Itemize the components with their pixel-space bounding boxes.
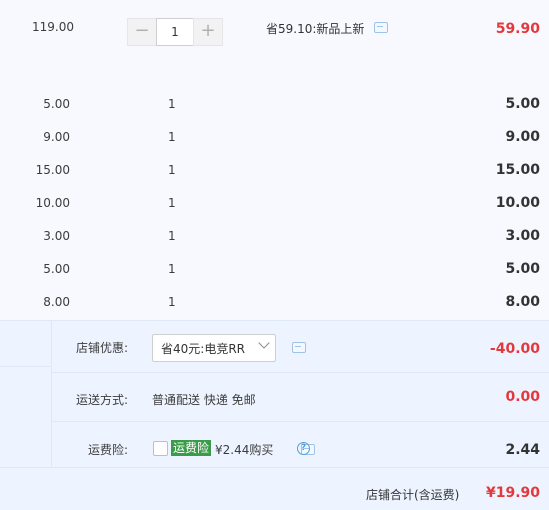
divider <box>51 367 52 467</box>
item-subtotal: 9.00 <box>505 129 540 145</box>
item-subtotal: 59.90 <box>495 21 540 37</box>
item-price: 5.00 <box>43 262 70 276</box>
shipping-label: 运送方式: <box>76 393 129 407</box>
insurance-checkbox[interactable] <box>153 441 168 456</box>
divider <box>52 372 549 373</box>
divider <box>0 366 51 367</box>
item-price: 3.00 <box>43 229 70 243</box>
divider <box>0 467 549 468</box>
promo-label: 省59.10:新品上新 <box>266 22 365 36</box>
item-quantity: 1 <box>168 163 176 177</box>
item-quantity: 1 <box>168 229 176 243</box>
item-price: 8.00 <box>43 295 70 309</box>
item-quantity: 1 <box>168 130 176 144</box>
help-circle-icon[interactable]: ? <box>297 442 310 455</box>
item-price: 15.00 <box>35 163 70 177</box>
item-subtotal: 3.00 <box>505 228 540 244</box>
insurance-value: 2.44 <box>505 442 540 458</box>
chat-bubble-icon[interactable] <box>374 22 389 33</box>
chat-bubble-icon[interactable] <box>292 342 306 353</box>
divider <box>51 321 52 366</box>
shipping-method: 普通配送 快递 免邮 <box>152 393 256 407</box>
store-discount-label: 店铺优惠: <box>76 341 129 355</box>
insurance-badge: 运费险 <box>171 440 212 456</box>
item-subtotal: 10.00 <box>495 195 540 211</box>
insurance-price-text: ¥2.44购买 <box>215 443 274 457</box>
increase-quantity-button[interactable]: + <box>193 18 223 46</box>
item-price: 9.00 <box>43 130 70 144</box>
item-quantity: 1 <box>168 97 176 111</box>
promo-text: 省59.10:新品上新 <box>266 20 389 37</box>
item-price: 10.00 <box>35 196 70 210</box>
insurance-label: 运费险: <box>88 443 129 457</box>
item-subtotal: 5.00 <box>505 261 540 277</box>
total-value: ¥19.90 <box>485 485 540 501</box>
item-price: 5.00 <box>43 97 70 111</box>
store-discount-select-value: 省40元:电竞RR <box>161 342 245 356</box>
store-discount-value: -40.00 <box>489 341 540 357</box>
chevron-down-icon <box>258 337 270 349</box>
item-quantity: 1 <box>168 262 176 276</box>
item-subtotal: 5.00 <box>505 96 540 112</box>
divider <box>0 320 549 321</box>
unit-price: 119.00 <box>32 20 74 34</box>
decrease-quantity-button[interactable]: − <box>127 18 157 46</box>
item-subtotal: 8.00 <box>505 294 540 310</box>
store-discount-select[interactable]: 省40元:电竞RR <box>152 334 276 362</box>
quantity-stepper: − 1 + <box>127 18 223 46</box>
shipping-value: 0.00 <box>505 389 540 405</box>
item-quantity: 1 <box>168 196 176 210</box>
quantity-input[interactable]: 1 <box>156 18 194 46</box>
item-subtotal: 15.00 <box>495 162 540 178</box>
item-quantity: 1 <box>168 295 176 309</box>
total-label: 店铺合计(含运费) <box>366 488 460 502</box>
divider <box>52 421 549 422</box>
